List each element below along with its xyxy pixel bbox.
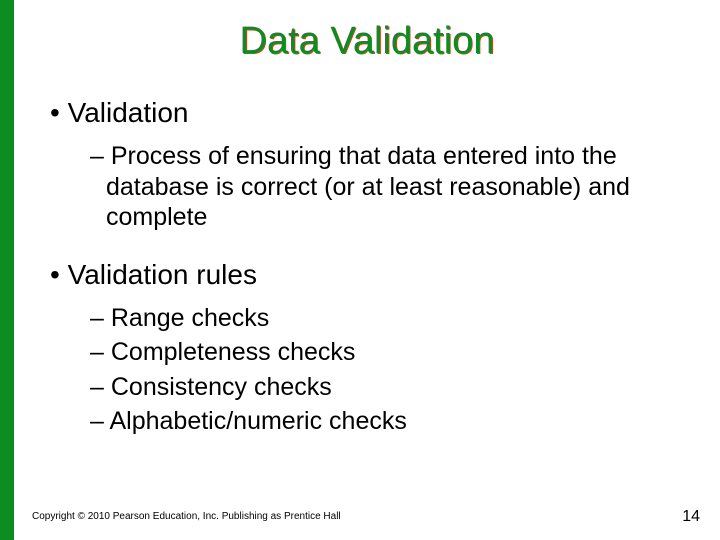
sub-bullet: Consistency checks: [90, 372, 690, 403]
sub-bullet: Range checks: [90, 303, 690, 334]
slide-body: Data Validation Validation Process of en…: [14, 0, 720, 540]
bullet-heading: Validation: [50, 97, 690, 129]
sub-bullet: Process of ensuring that data entered in…: [90, 141, 690, 233]
bullet-heading: Validation rules: [50, 259, 690, 291]
sub-bullet: Alphabetic/numeric checks: [90, 406, 690, 437]
page-number: 14: [682, 508, 700, 526]
bullet-section-validation-rules: Validation rules Range checks Completene…: [50, 259, 690, 437]
accent-bar: [0, 0, 14, 540]
sub-bullet: Completeness checks: [90, 337, 690, 368]
bullet-section-validation: Validation Process of ensuring that data…: [50, 97, 690, 233]
copyright-text: Copyright © 2010 Pearson Education, Inc.…: [32, 511, 341, 522]
slide-title: Data Validation: [44, 20, 690, 63]
